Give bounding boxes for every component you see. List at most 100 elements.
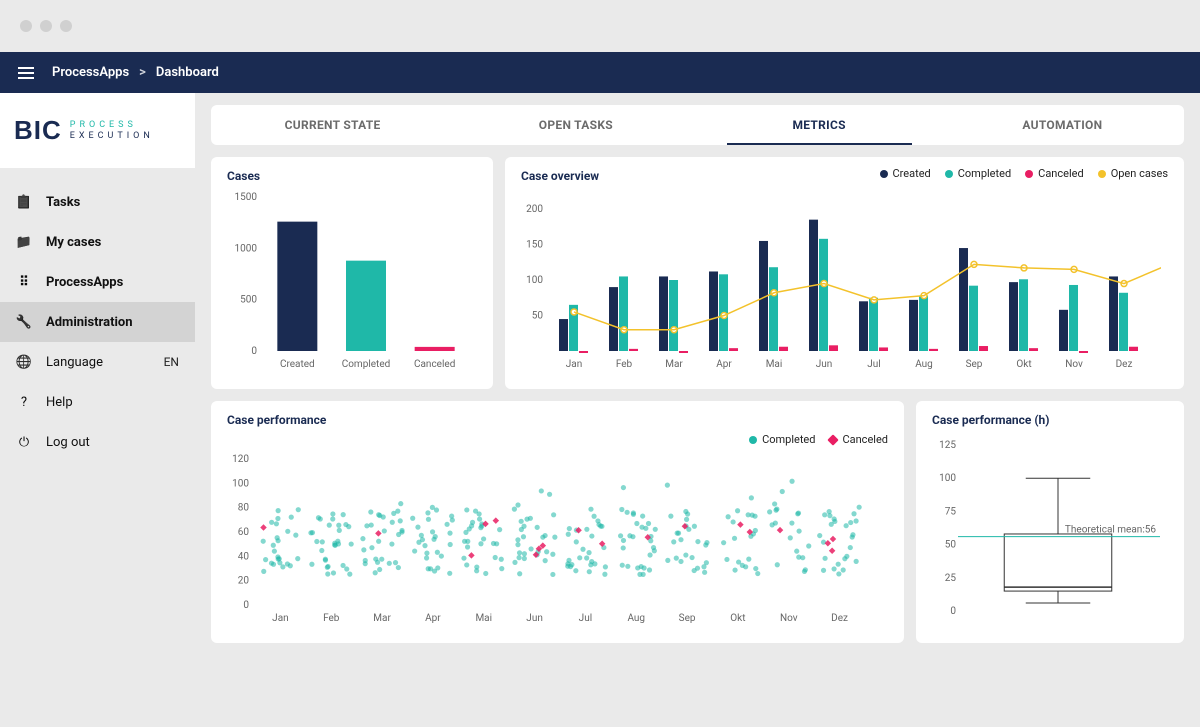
card-overview: Case overview CreatedCompletedCanceledOp… [505, 157, 1184, 389]
svg-text:50: 50 [945, 540, 957, 551]
tab-metrics[interactable]: METRICS [698, 105, 941, 145]
legend-item: Open cases [1098, 167, 1168, 180]
wrench-icon: 🔧 [16, 315, 32, 330]
power-icon: ⏻ [16, 435, 32, 450]
sidebar-item-processapps[interactable]: ⠿ ProcessApps [0, 262, 195, 302]
sidebar-item-label: Administration [46, 315, 133, 330]
svg-text:Feb: Feb [323, 613, 340, 624]
legend-item: Created [880, 167, 931, 180]
legend: Created Completed Canceled Open cases [880, 167, 1169, 180]
sidebar-item-label: ProcessApps [46, 275, 123, 290]
legend-item: Canceled [829, 433, 888, 446]
traffic-light-icon [60, 20, 72, 32]
svg-text:Created: Created [280, 359, 315, 370]
svg-text:60: 60 [238, 527, 250, 538]
main-content: CURRENT STATEOPEN TASKSMETRICSAUTOMATION… [195, 93, 1200, 727]
legend-label: Open cases [1111, 167, 1168, 180]
svg-text:Apr: Apr [425, 613, 441, 624]
svg-text:Mai: Mai [475, 613, 492, 624]
svg-text:125: 125 [939, 440, 956, 451]
svg-text:Jan: Jan [566, 359, 582, 370]
svg-text:Dez: Dez [831, 613, 848, 624]
legend-label: Canceled [1038, 167, 1084, 180]
svg-text:Jul: Jul [867, 359, 880, 370]
svg-text:Completed: Completed [342, 359, 391, 370]
sidebar-item-help[interactable]: ?Help [0, 382, 195, 422]
svg-text:1500: 1500 [235, 192, 258, 203]
globe-icon: 🌐 [16, 355, 32, 370]
svg-text:Jun: Jun [526, 613, 543, 624]
chart-boxplot: 0255075100125Theoretical mean:56 [932, 435, 1168, 625]
sidebar: BIC PROCESS EXECUTION 📋Tasks📁My cases ⠿ Pr… [0, 93, 195, 727]
svg-text:100: 100 [939, 473, 956, 484]
breadcrumb-item[interactable]: ProcessApps [52, 65, 129, 80]
traffic-light-icon [20, 20, 32, 32]
grid-icon: ⠿ [16, 275, 32, 290]
tab-open-tasks[interactable]: OPEN TASKS [454, 105, 697, 145]
tab-bar: CURRENT STATEOPEN TASKSMETRICSAUTOMATION [211, 105, 1184, 145]
svg-text:80: 80 [238, 503, 250, 514]
svg-text:Aug: Aug [627, 613, 645, 624]
sidebar-item-administration[interactable]: 🔧 Administration [0, 302, 195, 342]
svg-text:Okt: Okt [1016, 359, 1031, 370]
svg-text:0: 0 [950, 606, 956, 617]
card-title: Case performance (h) [932, 413, 1168, 427]
menu-icon[interactable] [18, 67, 34, 79]
svg-text:20: 20 [238, 576, 250, 587]
legend-label: Completed [958, 167, 1011, 180]
sidebar-item-language[interactable]: 🌐 Language EN [0, 342, 195, 382]
card-performance: Case performance CompletedCanceled 02040… [211, 401, 904, 643]
legend-item: Canceled [1025, 167, 1084, 180]
breadcrumb-separator: > [139, 65, 146, 80]
breadcrumb-item: Dashboard [156, 65, 219, 80]
svg-text:75: 75 [945, 506, 957, 517]
sidebar-item-label: Language [46, 355, 103, 370]
logo: BIC PROCESS EXECUTION [0, 93, 195, 168]
chart-overview: 50100150200JanFebMarAprMaiJunJulAugSepOk… [521, 191, 1161, 371]
window-chrome [0, 0, 1200, 52]
logo-text: BIC [14, 115, 62, 146]
svg-text:Sep: Sep [966, 359, 983, 370]
sidebar-item-my-cases[interactable]: 📁My cases [0, 222, 195, 262]
legend-item: Completed [945, 167, 1011, 180]
legend-swatch [1098, 170, 1106, 178]
svg-text:Aug: Aug [915, 359, 933, 370]
legend-item: Completed [749, 433, 815, 446]
card-cases: Cases 050010001500CreatedCompletedCancel… [211, 157, 493, 389]
svg-text:Mar: Mar [373, 613, 391, 624]
svg-text:200: 200 [526, 204, 543, 215]
legend-swatch [945, 170, 953, 178]
card-boxplot: Case performance (h) 0255075100125Theore… [916, 401, 1184, 643]
legend-label: Canceled [842, 433, 888, 446]
svg-text:120: 120 [232, 454, 249, 465]
card-title: Case performance [227, 413, 888, 427]
sidebar-item-tasks[interactable]: 📋Tasks [0, 182, 195, 222]
traffic-light-icon [40, 20, 52, 32]
svg-text:Dez: Dez [1116, 359, 1133, 370]
help-icon: ? [16, 395, 32, 410]
tab-automation[interactable]: AUTOMATION [941, 105, 1184, 145]
svg-text:40: 40 [238, 551, 250, 562]
legend-swatch [880, 170, 888, 178]
svg-text:Mar: Mar [665, 359, 683, 370]
svg-text:Apr: Apr [716, 359, 732, 370]
legend-label: Completed [762, 433, 815, 446]
legend-label: Created [893, 167, 931, 180]
svg-text:100: 100 [526, 275, 543, 286]
svg-text:Mai: Mai [766, 359, 783, 370]
logo-text: PROCESS [70, 120, 154, 131]
svg-text:Canceled: Canceled [414, 359, 455, 370]
svg-text:150: 150 [526, 240, 543, 251]
svg-text:Jul: Jul [579, 613, 592, 624]
sidebar-item-tail: EN [164, 355, 179, 369]
card-title: Cases [227, 169, 477, 183]
svg-text:1000: 1000 [235, 243, 258, 254]
svg-text:Theoretical mean:56: Theoretical mean:56 [1065, 525, 1156, 536]
svg-text:Okt: Okt [730, 613, 745, 624]
svg-text:100: 100 [232, 478, 249, 489]
legend-swatch [1025, 170, 1033, 178]
sidebar-item-log-out[interactable]: ⏻Log out [0, 422, 195, 462]
sidebar-item-label: My cases [46, 235, 101, 250]
chart-performance: 020406080100120JanFebMarAprMaiJunJulAugS… [227, 435, 877, 625]
tab-current-state[interactable]: CURRENT STATE [211, 105, 454, 145]
